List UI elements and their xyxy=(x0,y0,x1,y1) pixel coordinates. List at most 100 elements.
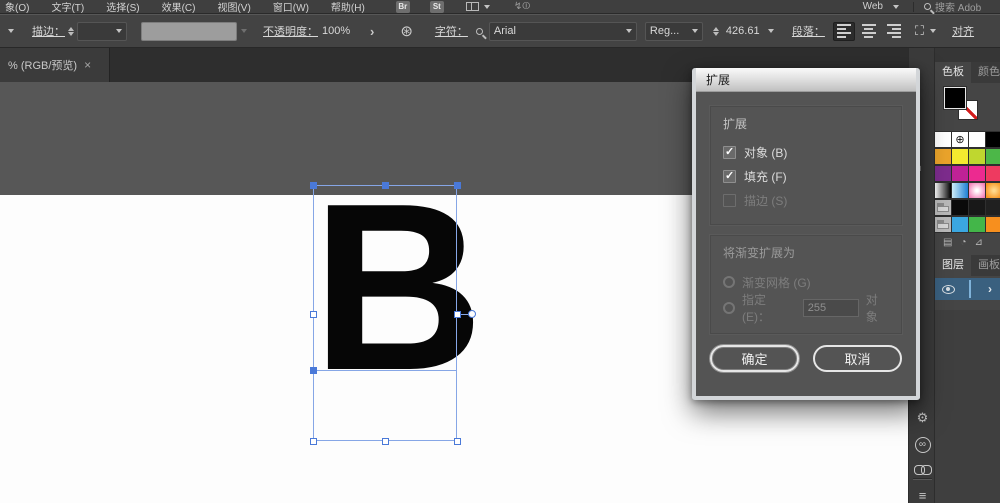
swatch-color[interactable] xyxy=(969,165,986,182)
bridge-app-icon[interactable]: Br xyxy=(395,0,410,13)
document-tab[interactable]: % (RGB/预览) × xyxy=(0,48,110,82)
checkbox-object[interactable]: 对象 (B) xyxy=(723,140,889,164)
selection-bounding-box[interactable] xyxy=(313,185,457,441)
search-input[interactable]: 搜索 Adob xyxy=(914,0,1000,14)
swatch-color[interactable] xyxy=(952,216,969,233)
swatch-options-icon[interactable]: ⊿ xyxy=(975,237,983,248)
swatch-color[interactable] xyxy=(986,165,1000,182)
tab-layers[interactable]: 图层 xyxy=(935,255,971,276)
sync-status-icon[interactable]: ↯⏼ xyxy=(514,1,530,12)
character-label[interactable]: 字符： xyxy=(435,23,468,39)
tab-swatches[interactable]: 色板 xyxy=(935,62,971,83)
radio-specify[interactable]: 指定 (E)： 对象 xyxy=(723,293,889,324)
style-options-icon[interactable]: ⛶ xyxy=(915,23,924,39)
selection-handle[interactable] xyxy=(382,182,389,189)
dialog-title-bar[interactable]: 扩展 xyxy=(696,68,916,92)
stroke-label[interactable]: 描边： xyxy=(32,23,65,39)
checkbox-icon[interactable] xyxy=(723,145,736,159)
align-left-button[interactable] xyxy=(832,21,855,41)
specify-objects-input[interactable] xyxy=(802,299,859,317)
selection-handle[interactable] xyxy=(310,311,317,318)
selection-handle[interactable] xyxy=(454,182,461,189)
checkbox-icon[interactable] xyxy=(723,169,736,183)
radio-icon[interactable] xyxy=(723,302,735,314)
swatch-color[interactable] xyxy=(986,199,1000,216)
stroke-weight-stepper[interactable] xyxy=(68,26,74,36)
swatch-color[interactable] xyxy=(969,148,986,165)
font-style-dropdown[interactable]: Reg... xyxy=(644,21,703,41)
chevron-down-icon[interactable] xyxy=(930,29,937,33)
close-icon[interactable]: × xyxy=(84,58,91,72)
swatch-color[interactable] xyxy=(986,216,1000,233)
font-size-stepper[interactable] xyxy=(712,26,719,36)
selection-center-point[interactable] xyxy=(468,310,476,318)
menu-item[interactable]: 文字(T) xyxy=(40,0,95,14)
swatch-color[interactable] xyxy=(952,148,969,165)
swatch-grad-blue[interactable] xyxy=(952,182,969,199)
stroke-weight-dropdown[interactable] xyxy=(77,21,127,41)
checkbox-icon[interactable] xyxy=(723,193,736,207)
menu-item[interactable]: 视图(V) xyxy=(206,0,261,14)
layer-row-selected[interactable]: › xyxy=(935,278,1000,300)
recolor-artwork-icon[interactable]: ⊛ xyxy=(400,22,413,40)
swatch-color[interactable] xyxy=(952,165,969,182)
selection-handle[interactable] xyxy=(310,182,317,189)
font-search-icon[interactable] xyxy=(475,27,483,35)
brush-definition-dropdown[interactable] xyxy=(141,21,237,41)
align-label[interactable]: 对齐 xyxy=(952,23,974,39)
visibility-eye-icon[interactable] xyxy=(942,284,955,294)
opacity-panel-arrow-icon[interactable]: › xyxy=(370,24,374,39)
selection-handle[interactable] xyxy=(454,311,461,318)
swatch-color[interactable] xyxy=(986,131,1000,148)
cancel-button[interactable]: 取消 xyxy=(813,345,902,372)
align-center-button[interactable] xyxy=(858,22,880,41)
align-right-button[interactable] xyxy=(883,22,905,41)
swatch-color[interactable] xyxy=(952,199,969,216)
opacity-value[interactable]: 100% xyxy=(318,22,364,41)
menu-item[interactable]: 帮助(H) xyxy=(320,0,376,14)
expand-layer-icon[interactable]: › xyxy=(988,282,992,296)
tab-color[interactable]: 颜色 xyxy=(971,62,1000,83)
swatch-color[interactable] xyxy=(969,216,986,233)
radio-icon[interactable] xyxy=(723,276,735,288)
tab-artboards[interactable]: 画板 xyxy=(971,255,1000,276)
swatch-libraries-icon[interactable]: ▤ xyxy=(943,237,952,248)
swatch-color[interactable] xyxy=(969,131,986,148)
menu-item[interactable]: 效果(C) xyxy=(151,0,207,14)
swatch-color[interactable] xyxy=(986,148,1000,165)
menu-item[interactable]: 选择(S) xyxy=(95,0,150,14)
menu-item[interactable]: 象(O) xyxy=(0,0,40,14)
swatch-color[interactable] xyxy=(935,148,952,165)
gear-icon[interactable]: ⚙ xyxy=(909,410,936,426)
swatch-folder[interactable] xyxy=(935,216,952,233)
swatch-reg[interactable]: ⊕ xyxy=(952,131,969,148)
font-size-value[interactable]: 426.61 xyxy=(722,22,778,41)
swatch-grad-pink[interactable] xyxy=(969,182,986,199)
menu-item[interactable]: 窗口(W) xyxy=(262,0,320,14)
color-themes-icon[interactable]: ◔ xyxy=(960,237,966,248)
selection-handle[interactable] xyxy=(454,438,461,445)
menu-lines-icon[interactable]: ≡ xyxy=(909,488,936,503)
opacity-label[interactable]: 不透明度： xyxy=(263,23,318,39)
ok-button[interactable]: 确定 xyxy=(710,345,799,372)
fill-color-dropdown-icon[interactable] xyxy=(8,29,14,33)
creative-cloud-icon[interactable]: ∞ xyxy=(909,435,936,453)
arrange-documents-icon[interactable] xyxy=(465,2,479,11)
checkbox-stroke[interactable]: 描边 (S) xyxy=(723,188,889,212)
swatch-color[interactable] xyxy=(935,165,952,182)
stock-app-icon[interactable]: St xyxy=(429,0,444,13)
workspace-switcher[interactable]: Web xyxy=(849,1,913,12)
swatch-none[interactable] xyxy=(935,131,952,148)
swatch-color[interactable] xyxy=(969,199,986,216)
font-family-dropdown[interactable]: Arial xyxy=(488,21,637,41)
link-icon[interactable] xyxy=(909,462,936,477)
paragraph-label[interactable]: 段落： xyxy=(792,23,825,39)
chevron-down-icon[interactable] xyxy=(483,4,490,9)
selection-handle[interactable] xyxy=(310,367,317,374)
fill-color-proxy[interactable] xyxy=(943,86,967,110)
swatch-grad-orange[interactable] xyxy=(986,182,1000,199)
selection-handle[interactable] xyxy=(382,438,389,445)
swatch-grad-gray[interactable] xyxy=(935,182,952,199)
swatch-folder[interactable] xyxy=(935,199,952,216)
selection-handle[interactable] xyxy=(310,438,317,445)
